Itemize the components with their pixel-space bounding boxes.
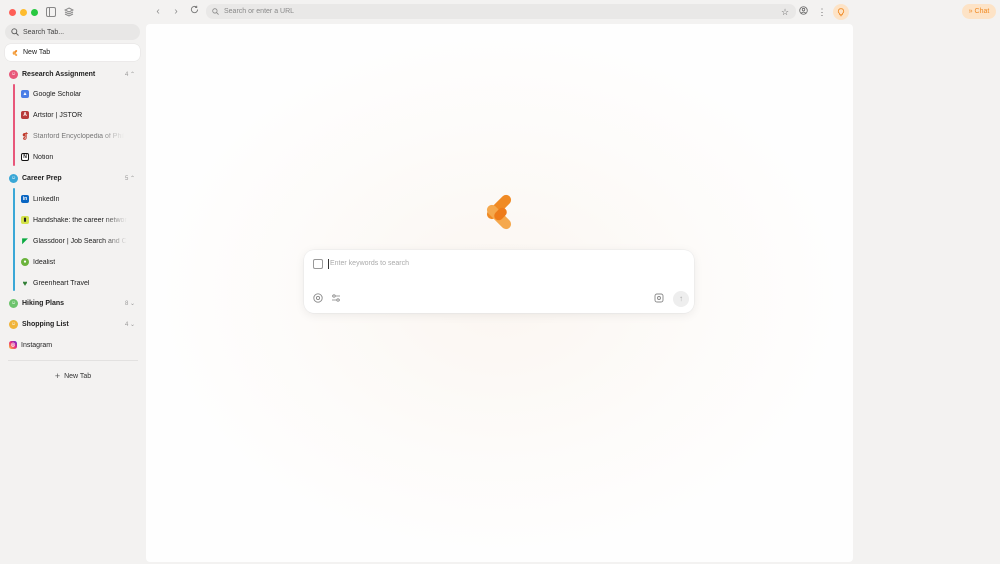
glassdoor-icon: ◤	[22, 238, 28, 245]
image-upload-icon[interactable]	[653, 293, 665, 305]
bookmark-star-icon[interactable]: ☆	[778, 5, 792, 19]
search-tab-placeholder: Search Tab...	[23, 28, 65, 36]
group-name: Research Assignment	[22, 70, 96, 78]
group-name: Career Prep	[22, 174, 62, 182]
tab-label: Stanford Encyclopedia of Phil	[33, 132, 125, 140]
tab-item-google-scholar[interactable]: ▲ Google Scholar	[16, 85, 140, 103]
forward-icon[interactable]: ›	[169, 5, 183, 19]
chevron-up-icon[interactable]: ⌃	[130, 176, 135, 182]
tab-item-idealist[interactable]: ● Idealist	[16, 253, 140, 271]
close-window-button[interactable]	[9, 9, 16, 16]
group-count: 8 ⌄	[124, 300, 135, 307]
tab-group-research-assignment[interactable]: ☺ Research Assignment 4 ⌃	[5, 65, 140, 83]
chat-bubble-icon	[313, 259, 323, 269]
more-menu-icon[interactable]: ⋮	[815, 5, 829, 19]
url-bar[interactable]: Search or enter a URL	[206, 4, 796, 19]
new-tab-label: New Tab	[64, 372, 92, 380]
window-controls	[9, 9, 38, 16]
search-icon	[11, 28, 19, 36]
group-badge-icon: ☺	[9, 298, 18, 308]
tab-item-greenheart[interactable]: ♥ Greenheart Travel	[16, 274, 140, 292]
tab-item-stanford[interactable]: ❡ Stanford Encyclopedia of Phil	[16, 127, 140, 145]
plus-icon: +	[54, 371, 61, 381]
minimize-window-button[interactable]	[20, 9, 27, 16]
group-badge-icon: ☺	[9, 69, 18, 79]
new-tab-button[interactable]: + New Tab	[0, 369, 146, 383]
tab-item-artstor[interactable]: A Artstor | JSTOR	[16, 106, 140, 124]
chevron-down-icon[interactable]: ⌄	[130, 301, 135, 307]
at-sign-icon[interactable]	[312, 293, 324, 305]
search-placeholder[interactable]: Enter keywords to search	[330, 260, 409, 267]
search-tab-input[interactable]: Search Tab...	[5, 24, 140, 40]
greenheart-icon: ♥	[22, 278, 28, 288]
tab-item-glassdoor[interactable]: ◤ Glassdoor | Job Search and C	[16, 232, 140, 250]
idealist-icon: ●	[21, 258, 29, 266]
tab-item-instagram[interactable]: ◎ Instagram	[5, 336, 140, 354]
group-bar	[13, 84, 15, 166]
chevron-down-icon[interactable]: ⌄	[130, 322, 135, 328]
right-margin	[853, 24, 1000, 564]
reload-icon[interactable]	[187, 5, 201, 19]
double-chevron-right-icon: »	[968, 8, 973, 15]
stanford-icon: ❡	[21, 131, 29, 141]
tab-group-career-prep[interactable]: ☺ Career Prep 5 ⌃	[5, 169, 140, 187]
send-arrow-icon[interactable]: ↑	[673, 291, 689, 307]
jstor-icon: A	[21, 111, 29, 119]
tab-label: Instagram	[21, 341, 53, 349]
app-logo-icon	[486, 194, 512, 230]
tab-item-linkedin[interactable]: in LinkedIn	[16, 190, 140, 208]
group-count: 5 ⌃	[124, 175, 135, 182]
back-icon[interactable]: ‹	[151, 5, 165, 19]
group-badge-icon: ☺	[9, 319, 18, 329]
app-logo-icon	[12, 49, 18, 56]
search-box[interactable]: Enter keywords to search ↑	[304, 250, 694, 313]
group-bar	[13, 188, 15, 291]
tab-label: Handshake: the career networ	[33, 216, 127, 224]
chat-button[interactable]: » Chat	[962, 4, 996, 19]
group-name: Shopping List	[22, 320, 69, 328]
sidebar-divider	[8, 360, 138, 361]
tab-label: Artstor | JSTOR	[33, 111, 83, 119]
chat-label: Chat	[974, 8, 990, 15]
handshake-icon: ▮	[21, 216, 29, 224]
maximize-window-button[interactable]	[31, 9, 38, 16]
group-count: 4 ⌃	[124, 71, 135, 78]
chevron-up-icon[interactable]: ⌃	[130, 72, 135, 78]
tab-label: Idealist	[33, 258, 56, 266]
sidebar-toggle-icon[interactable]	[45, 7, 56, 17]
instagram-icon: ◎	[9, 341, 17, 349]
tab-label: Greenheart Travel	[33, 279, 90, 287]
group-badge-icon: ☺	[9, 173, 18, 183]
tab-label: Glassdoor | Job Search and C	[33, 237, 127, 245]
tab-label: LinkedIn	[33, 195, 60, 203]
tab-label: Notion	[33, 153, 54, 161]
group-name: Hiking Plans	[22, 299, 65, 307]
google-scholar-icon: ▲	[21, 90, 29, 98]
tab-group-shopping-list[interactable]: ☺ Shopping List 4 ⌄	[5, 315, 140, 333]
sidebar: Search Tab... New Tab ☺ Research Assignm…	[0, 0, 146, 564]
search-icon	[212, 8, 219, 15]
current-tab-label: New Tab	[23, 49, 51, 56]
linkedin-icon: in	[21, 195, 29, 203]
tab-label: Google Scholar	[33, 90, 82, 98]
toolbar: ‹ › Search or enter a URL ☆ ⋮ » Chat	[146, 0, 1000, 24]
main-content: Enter keywords to search ↑	[146, 24, 853, 562]
notion-icon: N	[21, 153, 29, 161]
url-placeholder: Search or enter a URL	[224, 8, 295, 15]
lightbulb-icon[interactable]	[833, 4, 849, 20]
settings-sliders-icon[interactable]	[330, 293, 342, 305]
layers-icon[interactable]	[63, 7, 74, 17]
tab-group-hiking-plans[interactable]: ☺ Hiking Plans 8 ⌄	[5, 294, 140, 312]
group-count: 4 ⌄	[124, 321, 135, 328]
current-tab[interactable]: New Tab	[5, 44, 140, 61]
text-caret	[328, 259, 329, 269]
tab-item-notion[interactable]: N Notion	[16, 148, 140, 166]
tab-item-handshake[interactable]: ▮ Handshake: the career networ	[16, 211, 140, 229]
account-icon[interactable]	[796, 5, 810, 19]
